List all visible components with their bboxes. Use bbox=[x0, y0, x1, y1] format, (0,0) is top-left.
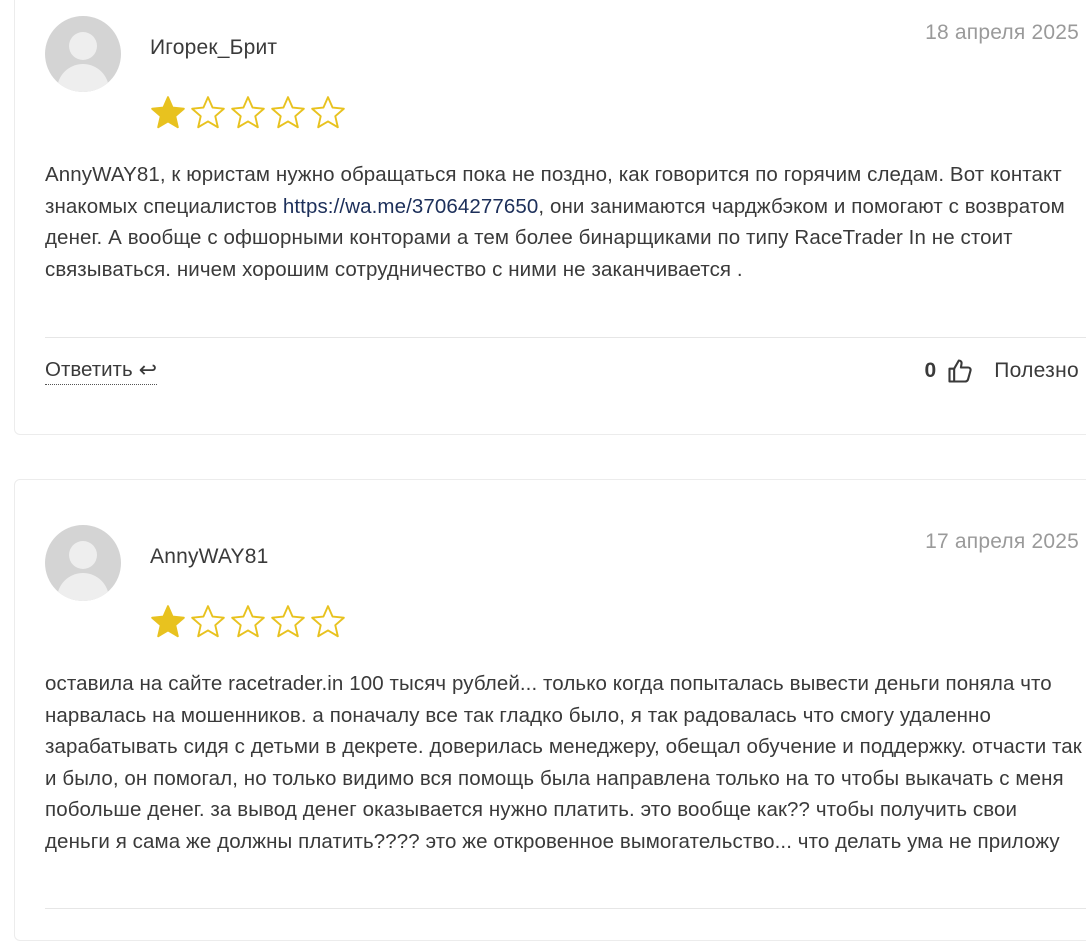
rating-stars bbox=[149, 94, 347, 132]
review-date: 17 апреля 2025 bbox=[925, 530, 1079, 553]
star-empty-icon bbox=[271, 605, 305, 638]
avatar bbox=[45, 16, 121, 92]
star-empty-icon bbox=[191, 605, 225, 638]
reply-label: Ответить bbox=[45, 358, 133, 381]
thumbs-up-icon bbox=[948, 359, 972, 383]
star-empty-icon bbox=[231, 96, 265, 129]
review-author: AnnyWAY81 bbox=[150, 545, 269, 568]
star-empty-icon bbox=[231, 605, 265, 638]
reply-arrow-icon: ↩ bbox=[138, 357, 158, 382]
contact-link[interactable]: https://wa.me/37064277650 bbox=[283, 195, 539, 218]
star-empty-icon bbox=[311, 96, 345, 129]
rating-stars bbox=[149, 603, 347, 641]
helpful-count: 0 bbox=[924, 359, 937, 382]
reply-button[interactable]: Ответить ↩ bbox=[45, 357, 158, 385]
review-card: Игорек_Брит 18 апреля 2025 AnnyWAY81, к … bbox=[14, 0, 1086, 435]
star-empty-icon bbox=[311, 605, 345, 638]
helpful-label: Полезно bbox=[994, 359, 1079, 382]
divider bbox=[45, 337, 1086, 338]
review-text: оставила на сайте racetrader.in 100 тыся… bbox=[45, 672, 1082, 853]
star-filled-icon bbox=[151, 96, 185, 129]
review-date: 18 апреля 2025 bbox=[925, 21, 1079, 44]
helpful-button[interactable]: 0 Полезно bbox=[925, 357, 1079, 385]
avatar bbox=[45, 525, 121, 601]
star-empty-icon bbox=[271, 96, 305, 129]
review-author: Игорек_Брит bbox=[150, 36, 278, 59]
star-empty-icon bbox=[191, 96, 225, 129]
divider bbox=[45, 908, 1086, 909]
star-filled-icon bbox=[151, 605, 185, 638]
review-text: AnnyWAY81, к юристам нужно обращаться по… bbox=[45, 159, 1085, 285]
review-card: AnnyWAY81 17 апреля 2025 оставила на сай… bbox=[14, 479, 1086, 941]
